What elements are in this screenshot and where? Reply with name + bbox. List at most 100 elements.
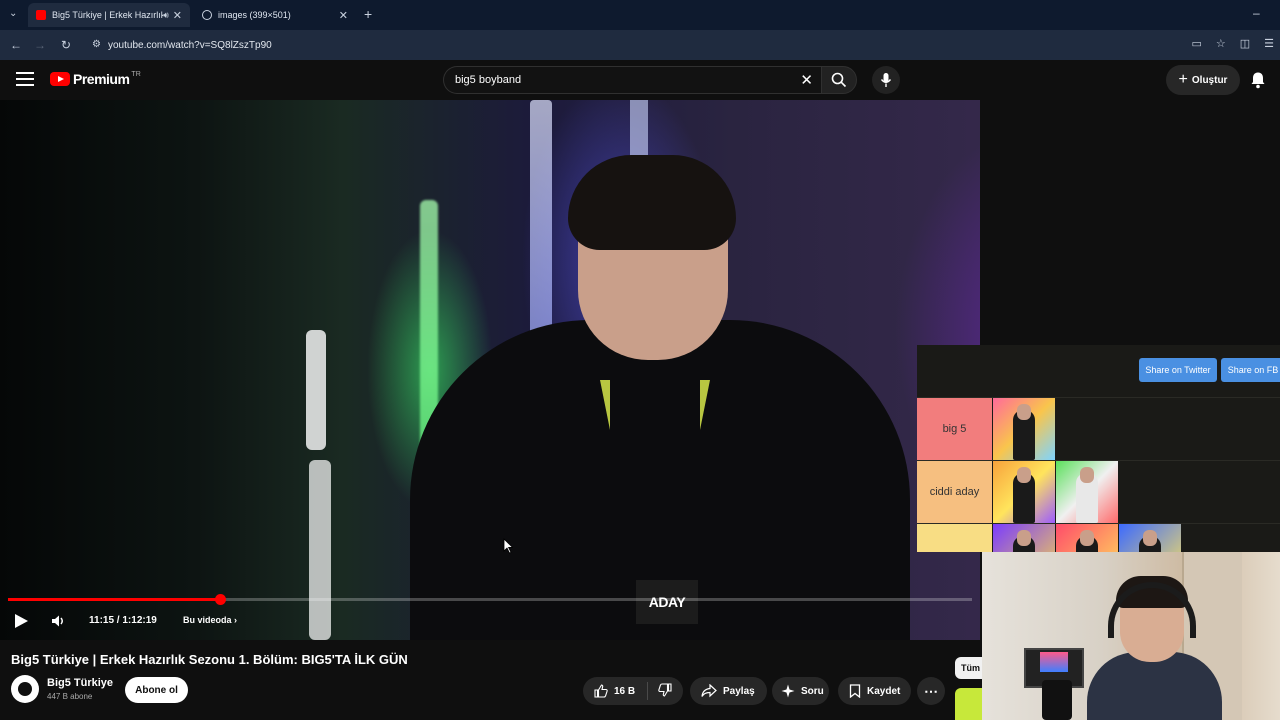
bookmark-star-icon[interactable]: ☆ xyxy=(1216,37,1226,50)
tab-title: Big5 Türkiye | Erkek Hazırlık xyxy=(52,10,164,20)
share-label: Paylaş xyxy=(723,685,755,697)
video-title: Big5 Türkiye | Erkek Hazırlık Sezonu 1. … xyxy=(11,652,408,667)
ask-button[interactable]: Soru xyxy=(772,677,829,705)
like-button[interactable]: 16 B xyxy=(583,684,647,698)
browser-address-bar: ← → ↻ ⚙︎ youtube.com/watch?v=SQ8lZszTp90… xyxy=(0,30,1280,60)
subscriber-count: 447 B abone xyxy=(47,692,93,701)
tier-row xyxy=(917,523,1280,552)
notifications-bell-icon[interactable] xyxy=(1250,71,1266,89)
chapter-label: Bu videoda xyxy=(183,615,232,625)
create-button[interactable]: + Oluştur xyxy=(1166,65,1240,95)
microphone-icon xyxy=(880,73,892,87)
tier-item-image[interactable] xyxy=(1056,461,1118,523)
close-tab-icon[interactable]: ✕ xyxy=(173,9,182,22)
progress-scrubber-handle[interactable] xyxy=(214,594,226,605)
browser-tab-bar: ⌄ Big5 Türkiye | Erkek Hazırlık 🔊︎ ✕ ima… xyxy=(0,0,1280,30)
globe-icon xyxy=(202,10,212,20)
youtube-play-logo-icon xyxy=(50,72,70,86)
save-button[interactable]: Kaydet xyxy=(838,677,911,705)
like-count: 16 B xyxy=(614,685,636,697)
side-thumbnail[interactable] xyxy=(955,688,982,720)
webcam-overlay xyxy=(982,552,1280,720)
site-info-icon[interactable]: ⚙︎ xyxy=(92,39,101,50)
chapter-button[interactable]: Bu videoda › xyxy=(183,615,237,625)
reload-icon[interactable]: ↻ xyxy=(53,38,79,52)
chevron-right-icon: › xyxy=(234,615,238,625)
tier-list-overlay: Share on Twitter Share on FB big 5 ciddi… xyxy=(917,345,1280,552)
tier-item-image[interactable] xyxy=(993,524,1055,552)
more-actions-button[interactable]: ⋯ xyxy=(917,677,945,705)
video-progress-bar[interactable] xyxy=(8,594,972,605)
minimize-window-button[interactable]: – xyxy=(1253,6,1260,20)
install-app-icon[interactable]: ▭ xyxy=(1191,37,1201,50)
video-player[interactable]: ADAY xyxy=(0,100,980,640)
browser-toolbar-icons: ▭ ☆ ◫ ☰ xyxy=(1191,37,1274,50)
share-arrow-icon xyxy=(701,684,717,698)
region-code: TR xyxy=(131,70,141,78)
like-dislike-group: 16 B xyxy=(583,677,683,705)
volume-icon[interactable] xyxy=(50,613,66,629)
sparkle-icon xyxy=(781,684,795,698)
back-icon[interactable]: ← xyxy=(3,38,29,52)
bookmark-icon xyxy=(849,684,861,698)
search-button[interactable] xyxy=(821,66,857,94)
tier-label: ciddi aday xyxy=(917,461,992,523)
tier-item-image[interactable] xyxy=(993,398,1055,460)
clear-search-icon[interactable]: ✕ xyxy=(800,71,813,89)
mouse-cursor-icon xyxy=(503,538,513,554)
forward-icon[interactable]: → xyxy=(27,38,53,52)
tier-label xyxy=(917,524,992,552)
youtube-favicon-icon xyxy=(36,10,46,20)
player-controls: 11:15 / 1:12:19 Bu videoda › xyxy=(0,606,980,636)
create-label: Oluştur xyxy=(1191,74,1228,86)
share-fb-button[interactable]: Share on FB xyxy=(1221,358,1280,382)
voice-search-button[interactable] xyxy=(872,66,900,94)
tier-item-image[interactable] xyxy=(1119,524,1181,552)
tab-list-chevron-icon[interactable]: ⌄ xyxy=(9,8,17,19)
plus-icon: + xyxy=(1178,71,1188,88)
save-label: Kaydet xyxy=(867,685,901,697)
webcam-microphone xyxy=(1042,680,1072,720)
share-twitter-button[interactable]: Share on Twitter xyxy=(1139,358,1217,382)
menu-hamburger-icon[interactable] xyxy=(16,72,34,86)
youtube-premium-logo[interactable]: Premium TR xyxy=(50,71,141,87)
youtube-header: Premium TR big5 boyband ✕ + Oluştur xyxy=(0,60,1280,100)
extensions-icon[interactable]: ◫ xyxy=(1240,37,1250,50)
speaker-icon[interactable]: 🔊︎ xyxy=(163,10,169,21)
search-icon xyxy=(831,72,847,88)
url-text: youtube.com/watch?v=SQ8lZszTp90 xyxy=(108,39,272,51)
channel-name[interactable]: Big5 Türkiye xyxy=(47,677,113,689)
logo-text: Premium xyxy=(73,71,130,87)
dislike-button[interactable] xyxy=(648,682,672,700)
thumbs-down-icon xyxy=(658,682,672,697)
video-frame-white-light xyxy=(306,330,326,450)
tier-row: big 5 xyxy=(917,397,1280,460)
video-info-section: Big5 Türkiye | Erkek Hazırlık Sezonu 1. … xyxy=(0,640,980,720)
video-frame-person-hair xyxy=(568,155,736,250)
close-tab-icon[interactable]: ✕ xyxy=(339,9,348,22)
tier-row: ciddi aday xyxy=(917,460,1280,523)
video-frame-light xyxy=(630,100,648,160)
ask-label: Soru xyxy=(801,685,824,697)
subscribe-button[interactable]: Abone ol xyxy=(125,677,188,703)
progress-played xyxy=(8,598,220,601)
thumbs-up-icon xyxy=(594,684,608,698)
tab-images[interactable]: images (399×501) ✕ xyxy=(194,3,356,27)
time-display: 11:15 / 1:12:19 xyxy=(89,615,157,626)
tier-label: big 5 xyxy=(917,398,992,460)
webcam-person-body xyxy=(1087,652,1222,720)
tier-item-image[interactable] xyxy=(1056,524,1118,552)
tab-title: images (399×501) xyxy=(218,10,291,20)
search-value: big5 boyband xyxy=(455,74,522,86)
url-field[interactable]: ⚙︎ youtube.com/watch?v=SQ8lZszTp90 xyxy=(86,35,1166,55)
play-icon[interactable] xyxy=(15,614,28,628)
tier-item-image[interactable] xyxy=(993,461,1055,523)
channel-avatar[interactable] xyxy=(11,675,39,703)
new-tab-button[interactable]: + xyxy=(364,6,372,22)
filter-chip-all[interactable]: Tüm xyxy=(955,657,982,679)
reading-list-icon[interactable]: ☰ xyxy=(1264,37,1274,50)
share-button[interactable]: Paylaş xyxy=(690,677,767,705)
tab-youtube[interactable]: Big5 Türkiye | Erkek Hazırlık 🔊︎ ✕ xyxy=(28,3,190,27)
webcam-monitor-screen xyxy=(1040,652,1068,672)
search-input[interactable]: big5 boyband ✕ xyxy=(443,66,821,94)
